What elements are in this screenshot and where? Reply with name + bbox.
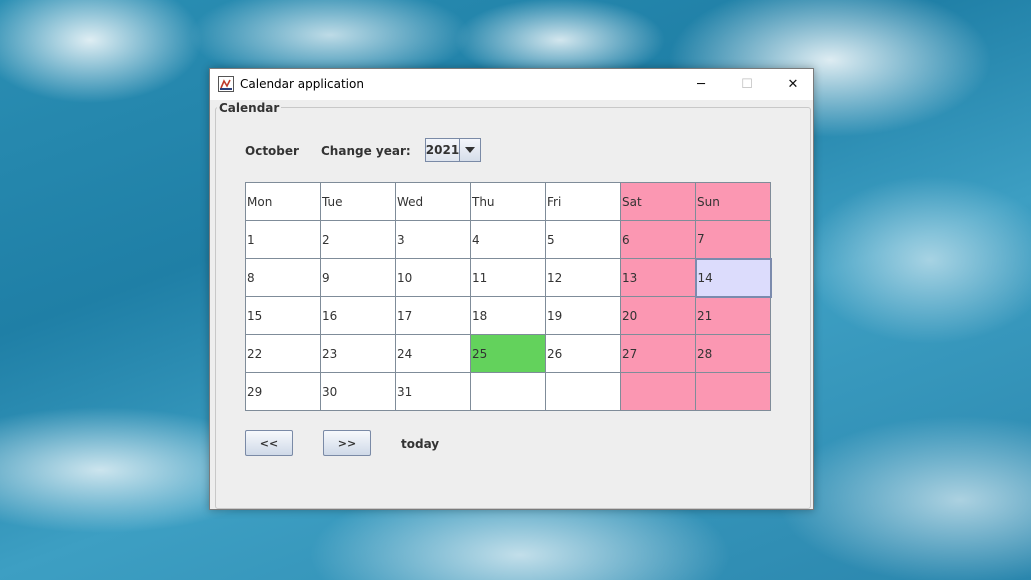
day-cell[interactable]: 10 bbox=[395, 258, 471, 297]
day-cell[interactable]: 30 bbox=[320, 372, 396, 411]
day-cell[interactable]: 26 bbox=[545, 334, 621, 373]
weekday-header: Wed bbox=[395, 182, 471, 221]
month-label: October bbox=[245, 144, 299, 158]
week-row: 8 9 10 11 12 13 14 bbox=[245, 257, 772, 298]
weekday-header: Thu bbox=[470, 182, 546, 221]
previous-month-button[interactable]: << bbox=[245, 430, 293, 456]
day-cell[interactable]: 8 bbox=[245, 258, 321, 297]
weekday-header-row: Mon Tue Wed Thu Fri Sat Sun bbox=[245, 182, 771, 221]
weekday-header: Sun bbox=[695, 182, 771, 221]
day-cell[interactable]: 18 bbox=[470, 296, 546, 335]
weekday-header: Mon bbox=[245, 182, 321, 221]
minimize-button[interactable]: ─ bbox=[678, 69, 724, 100]
close-button[interactable]: ✕ bbox=[770, 69, 816, 100]
day-cell[interactable]: 27 bbox=[620, 334, 696, 373]
change-year-label: Change year: bbox=[321, 144, 411, 158]
week-row: 22 23 24 25 26 27 28 bbox=[245, 334, 771, 373]
day-cell[interactable]: 31 bbox=[395, 372, 471, 411]
week-row: 29 30 31 bbox=[245, 372, 771, 411]
calendar-window: Calendar application ─ ☐ ✕ Calendar Octo… bbox=[209, 68, 814, 510]
day-cell[interactable]: 2 bbox=[320, 220, 396, 259]
day-cell[interactable]: 9 bbox=[320, 258, 396, 297]
day-cell[interactable]: 6 bbox=[620, 220, 696, 259]
day-cell[interactable]: 19 bbox=[545, 296, 621, 335]
calendar-grid: Mon Tue Wed Thu Fri Sat Sun 1 2 3 4 5 6 … bbox=[245, 182, 772, 411]
today-button[interactable]: today bbox=[401, 437, 439, 451]
day-cell[interactable]: 7 bbox=[695, 220, 771, 259]
year-dropdown-value: 2021 bbox=[426, 139, 460, 161]
day-cell[interactable]: 28 bbox=[695, 334, 771, 373]
weekday-header: Tue bbox=[320, 182, 396, 221]
week-row: 15 16 17 18 19 20 21 bbox=[245, 296, 771, 335]
day-cell-selected[interactable]: 14 bbox=[694, 257, 772, 298]
day-cell-empty bbox=[620, 372, 696, 411]
day-cell[interactable]: 29 bbox=[245, 372, 321, 411]
year-dropdown-arrow[interactable] bbox=[460, 139, 480, 161]
day-cell-empty bbox=[470, 372, 546, 411]
day-cell[interactable]: 22 bbox=[245, 334, 321, 373]
day-cell[interactable]: 3 bbox=[395, 220, 471, 259]
week-row: 1 2 3 4 5 6 7 bbox=[245, 220, 771, 259]
maximize-button[interactable]: ☐ bbox=[724, 69, 770, 100]
day-cell-today[interactable]: 25 bbox=[470, 334, 546, 373]
day-cell[interactable]: 4 bbox=[470, 220, 546, 259]
day-cell[interactable]: 21 bbox=[695, 296, 771, 335]
next-month-button[interactable]: >> bbox=[323, 430, 371, 456]
triangle-down-icon bbox=[465, 147, 475, 153]
day-cell[interactable]: 23 bbox=[320, 334, 396, 373]
java-app-icon bbox=[218, 76, 234, 92]
window-title: Calendar application bbox=[240, 77, 364, 91]
calendar-panel-label: Calendar bbox=[217, 101, 282, 115]
day-cell[interactable]: 20 bbox=[620, 296, 696, 335]
day-cell[interactable]: 15 bbox=[245, 296, 321, 335]
day-cell[interactable]: 13 bbox=[620, 258, 696, 297]
day-cell[interactable]: 1 bbox=[245, 220, 321, 259]
day-cell[interactable]: 12 bbox=[545, 258, 621, 297]
weekday-header: Fri bbox=[545, 182, 621, 221]
day-cell-empty bbox=[545, 372, 621, 411]
day-cell[interactable]: 11 bbox=[470, 258, 546, 297]
day-cell-empty bbox=[695, 372, 771, 411]
weekday-header: Sat bbox=[620, 182, 696, 221]
day-cell[interactable]: 5 bbox=[545, 220, 621, 259]
year-dropdown[interactable]: 2021 bbox=[425, 138, 481, 162]
title-bar[interactable]: Calendar application ─ ☐ ✕ bbox=[210, 69, 813, 100]
day-cell[interactable]: 17 bbox=[395, 296, 471, 335]
day-cell[interactable]: 24 bbox=[395, 334, 471, 373]
day-cell[interactable]: 16 bbox=[320, 296, 396, 335]
